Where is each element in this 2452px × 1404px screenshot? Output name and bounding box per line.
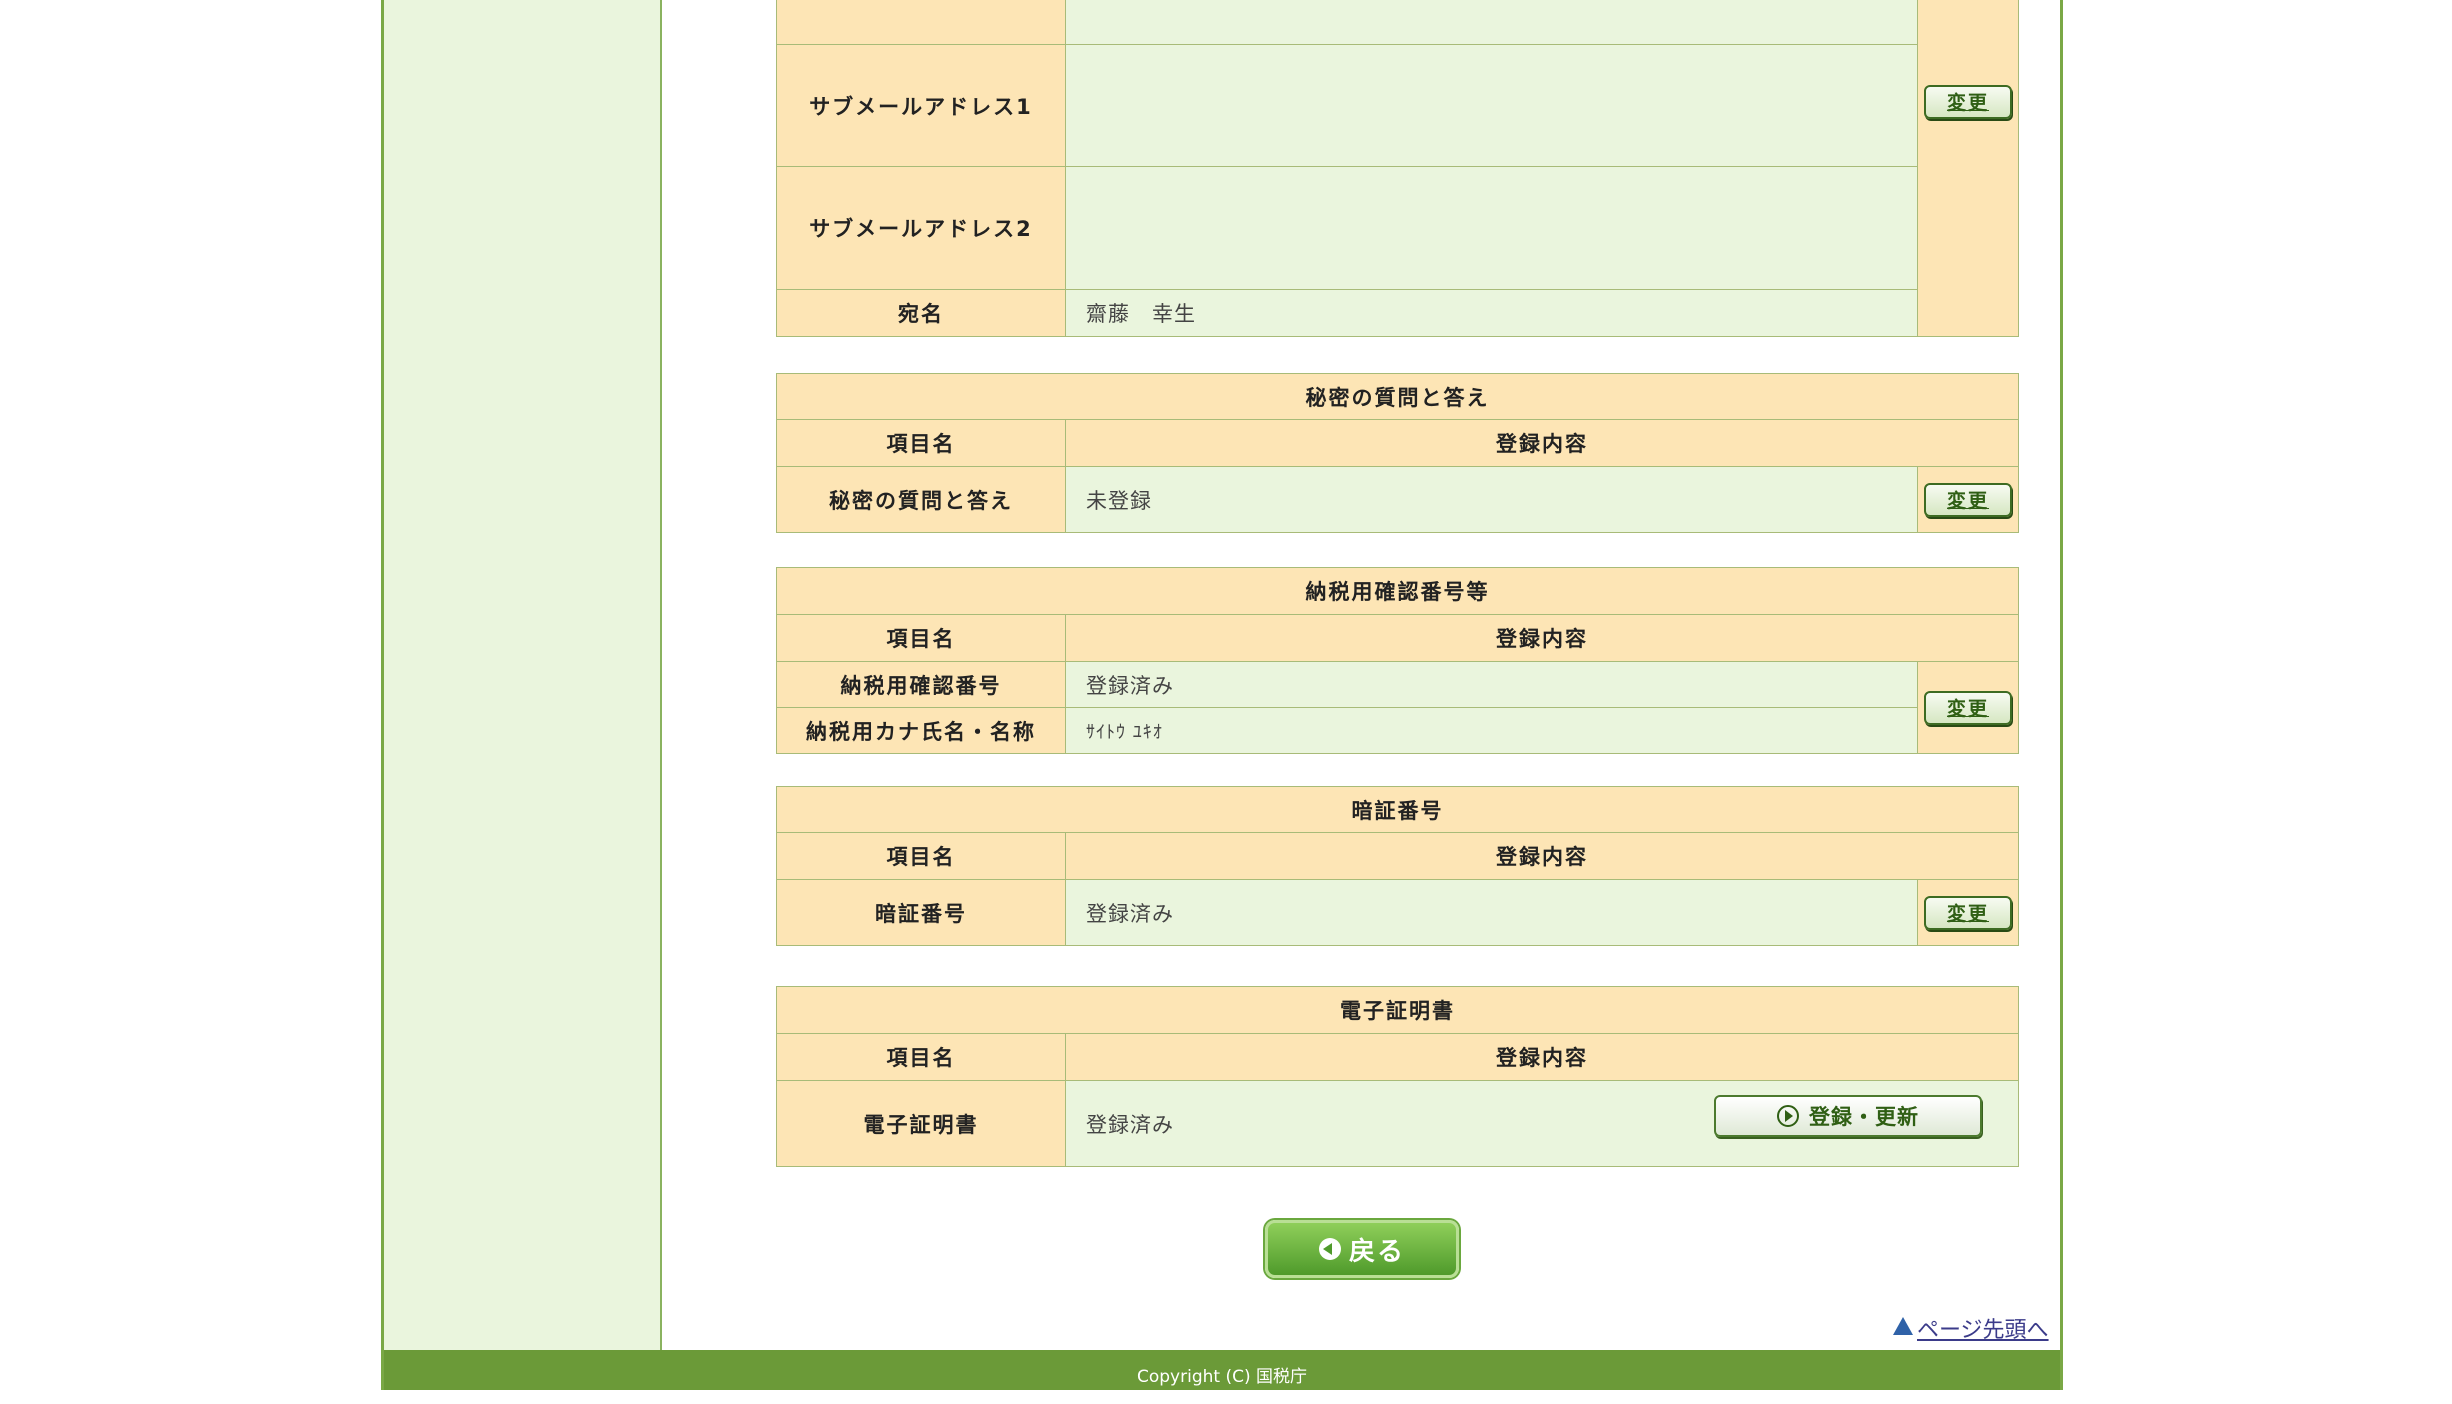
sub-mail-1-label: サブメールアドレス1 (776, 44, 1066, 167)
tax-col-item: 項目名 (776, 614, 1066, 662)
left-sidebar (384, 0, 662, 1350)
pin-change-cell: 変更 (1917, 879, 2019, 946)
tax-kana-label: 納税用カナ氏名・名称 (776, 707, 1066, 754)
pin-change-button[interactable]: 変更 (1924, 895, 2012, 930)
copyright-text: Copyright (C) 国税庁 (1136, 1367, 1307, 1387)
secret-table: 秘密の質問と答え 項目名 登録内容 秘密の質問と答え 未登録 変更 (775, 373, 2020, 533)
play-icon (1777, 1105, 1799, 1127)
secret-col-content: 登録内容 (1064, 419, 2020, 467)
secret-title: 秘密の質問と答え (775, 373, 2020, 420)
contact-label-cell (776, 0, 1066, 45)
contact-table: 変更 サブメールアドレス1 サブメールアドレス2 宛名 齋藤 幸生 (776, 0, 2019, 337)
register-update-button[interactable]: 登録・更新 (1714, 1095, 1982, 1137)
tax-col-content: 登録内容 (1064, 614, 2020, 662)
back-label: 戻る (1348, 1236, 1405, 1267)
tax-change-cell: 変更 (1916, 661, 2020, 754)
page-top-link[interactable]: ページ先頭へ (1893, 1312, 2049, 1344)
tax-change-button[interactable]: 変更 (1924, 690, 2013, 725)
back-button[interactable]: 戻る (1265, 1220, 1459, 1278)
pin-table: 暗証番号 項目名 登録内容 暗証番号 登録済み 変更 (776, 786, 2019, 946)
up-arrow-icon (1893, 1317, 1913, 1335)
contact-change-button[interactable]: 変更 (1924, 85, 2012, 119)
contact-change-cell: 変更 (1917, 0, 2019, 337)
cert-row-label: 電子証明書 (776, 1080, 1066, 1167)
pin-col-content: 登録内容 (1065, 832, 2019, 880)
tax-number-label: 納税用確認番号 (776, 661, 1066, 708)
addressee-value: 齋藤 幸生 (1065, 289, 1918, 337)
cert-col-item: 項目名 (776, 1033, 1066, 1081)
sub-mail-1-value (1065, 44, 1918, 167)
back-arrow-icon (1318, 1238, 1341, 1260)
secret-row-label: 秘密の質問と答え (776, 466, 1066, 533)
tax-kana-value: ｻｲﾄｳ ﾕｷｵ (1065, 707, 1918, 754)
tax-title: 納税用確認番号等 (775, 567, 2020, 615)
cert-table: 電子証明書 項目名 登録内容 電子証明書 登録済み 登録・更新 (776, 986, 2019, 1167)
cert-col-content: 登録内容 (1065, 1033, 2019, 1081)
contact-value-cell (1065, 0, 1918, 45)
secret-change-button[interactable]: 変更 (1924, 482, 2013, 517)
page-top-label: ページ先頭へ (1917, 1318, 2049, 1343)
register-update-label: 登録・更新 (1809, 1105, 1919, 1129)
sub-mail-2-label: サブメールアドレス2 (776, 166, 1066, 290)
pin-row-value: 登録済み (1065, 879, 1918, 946)
footer: Copyright (C) 国税庁 (384, 1350, 2060, 1390)
pin-title: 暗証番号 (776, 786, 2019, 833)
pin-col-item: 項目名 (776, 832, 1066, 880)
addressee-label: 宛名 (776, 289, 1066, 337)
tax-table: 納税用確認番号等 項目名 登録内容 納税用確認番号 登録済み 変更 納税用カナ氏… (775, 567, 2020, 754)
secret-change-cell: 変更 (1916, 466, 2020, 533)
secret-row-value: 未登録 (1065, 466, 1918, 533)
cert-title: 電子証明書 (776, 986, 2019, 1034)
cert-row-value-cell: 登録済み 登録・更新 (1065, 1080, 2019, 1167)
sub-mail-2-value (1065, 166, 1918, 290)
tax-number-value: 登録済み (1065, 661, 1918, 708)
secret-col-item: 項目名 (776, 419, 1066, 467)
pin-row-label: 暗証番号 (776, 879, 1066, 946)
cert-row-value: 登録済み (1086, 1112, 1174, 1137)
